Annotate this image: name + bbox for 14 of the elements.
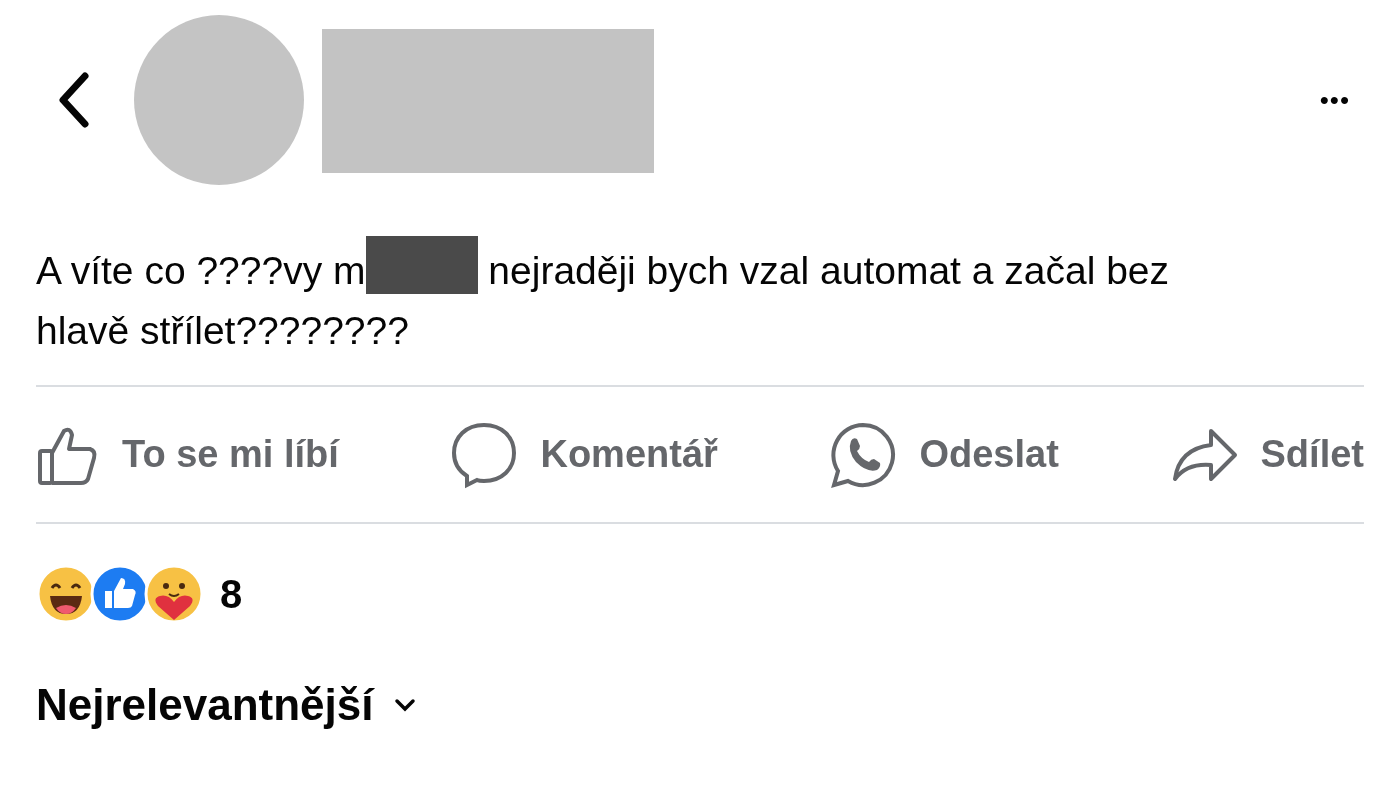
phone-bubble-icon	[829, 420, 898, 489]
speech-bubble-icon	[450, 420, 519, 489]
reaction-count: 8	[220, 571, 243, 618]
share-arrow-icon	[1170, 426, 1239, 483]
like-action-button[interactable]: To se mi líbí	[36, 422, 339, 487]
whatsapp-action-button[interactable]: Odeslat	[829, 420, 1059, 489]
post-text: A víte co ????vy m nejraději bych vzal automat a začal bez hlavě střílet????????	[36, 236, 1236, 361]
chevron-down-icon	[393, 698, 416, 712]
comment-action-button[interactable]: Komentář	[450, 420, 718, 489]
share-action-button[interactable]: Sdílet	[1170, 426, 1364, 483]
hugging-emoji-icon	[144, 564, 204, 624]
sort-dropdown[interactable]: Nejrelevantnější	[36, 672, 416, 738]
back-icon	[57, 72, 91, 128]
more-button[interactable]: •••	[1319, 80, 1364, 120]
